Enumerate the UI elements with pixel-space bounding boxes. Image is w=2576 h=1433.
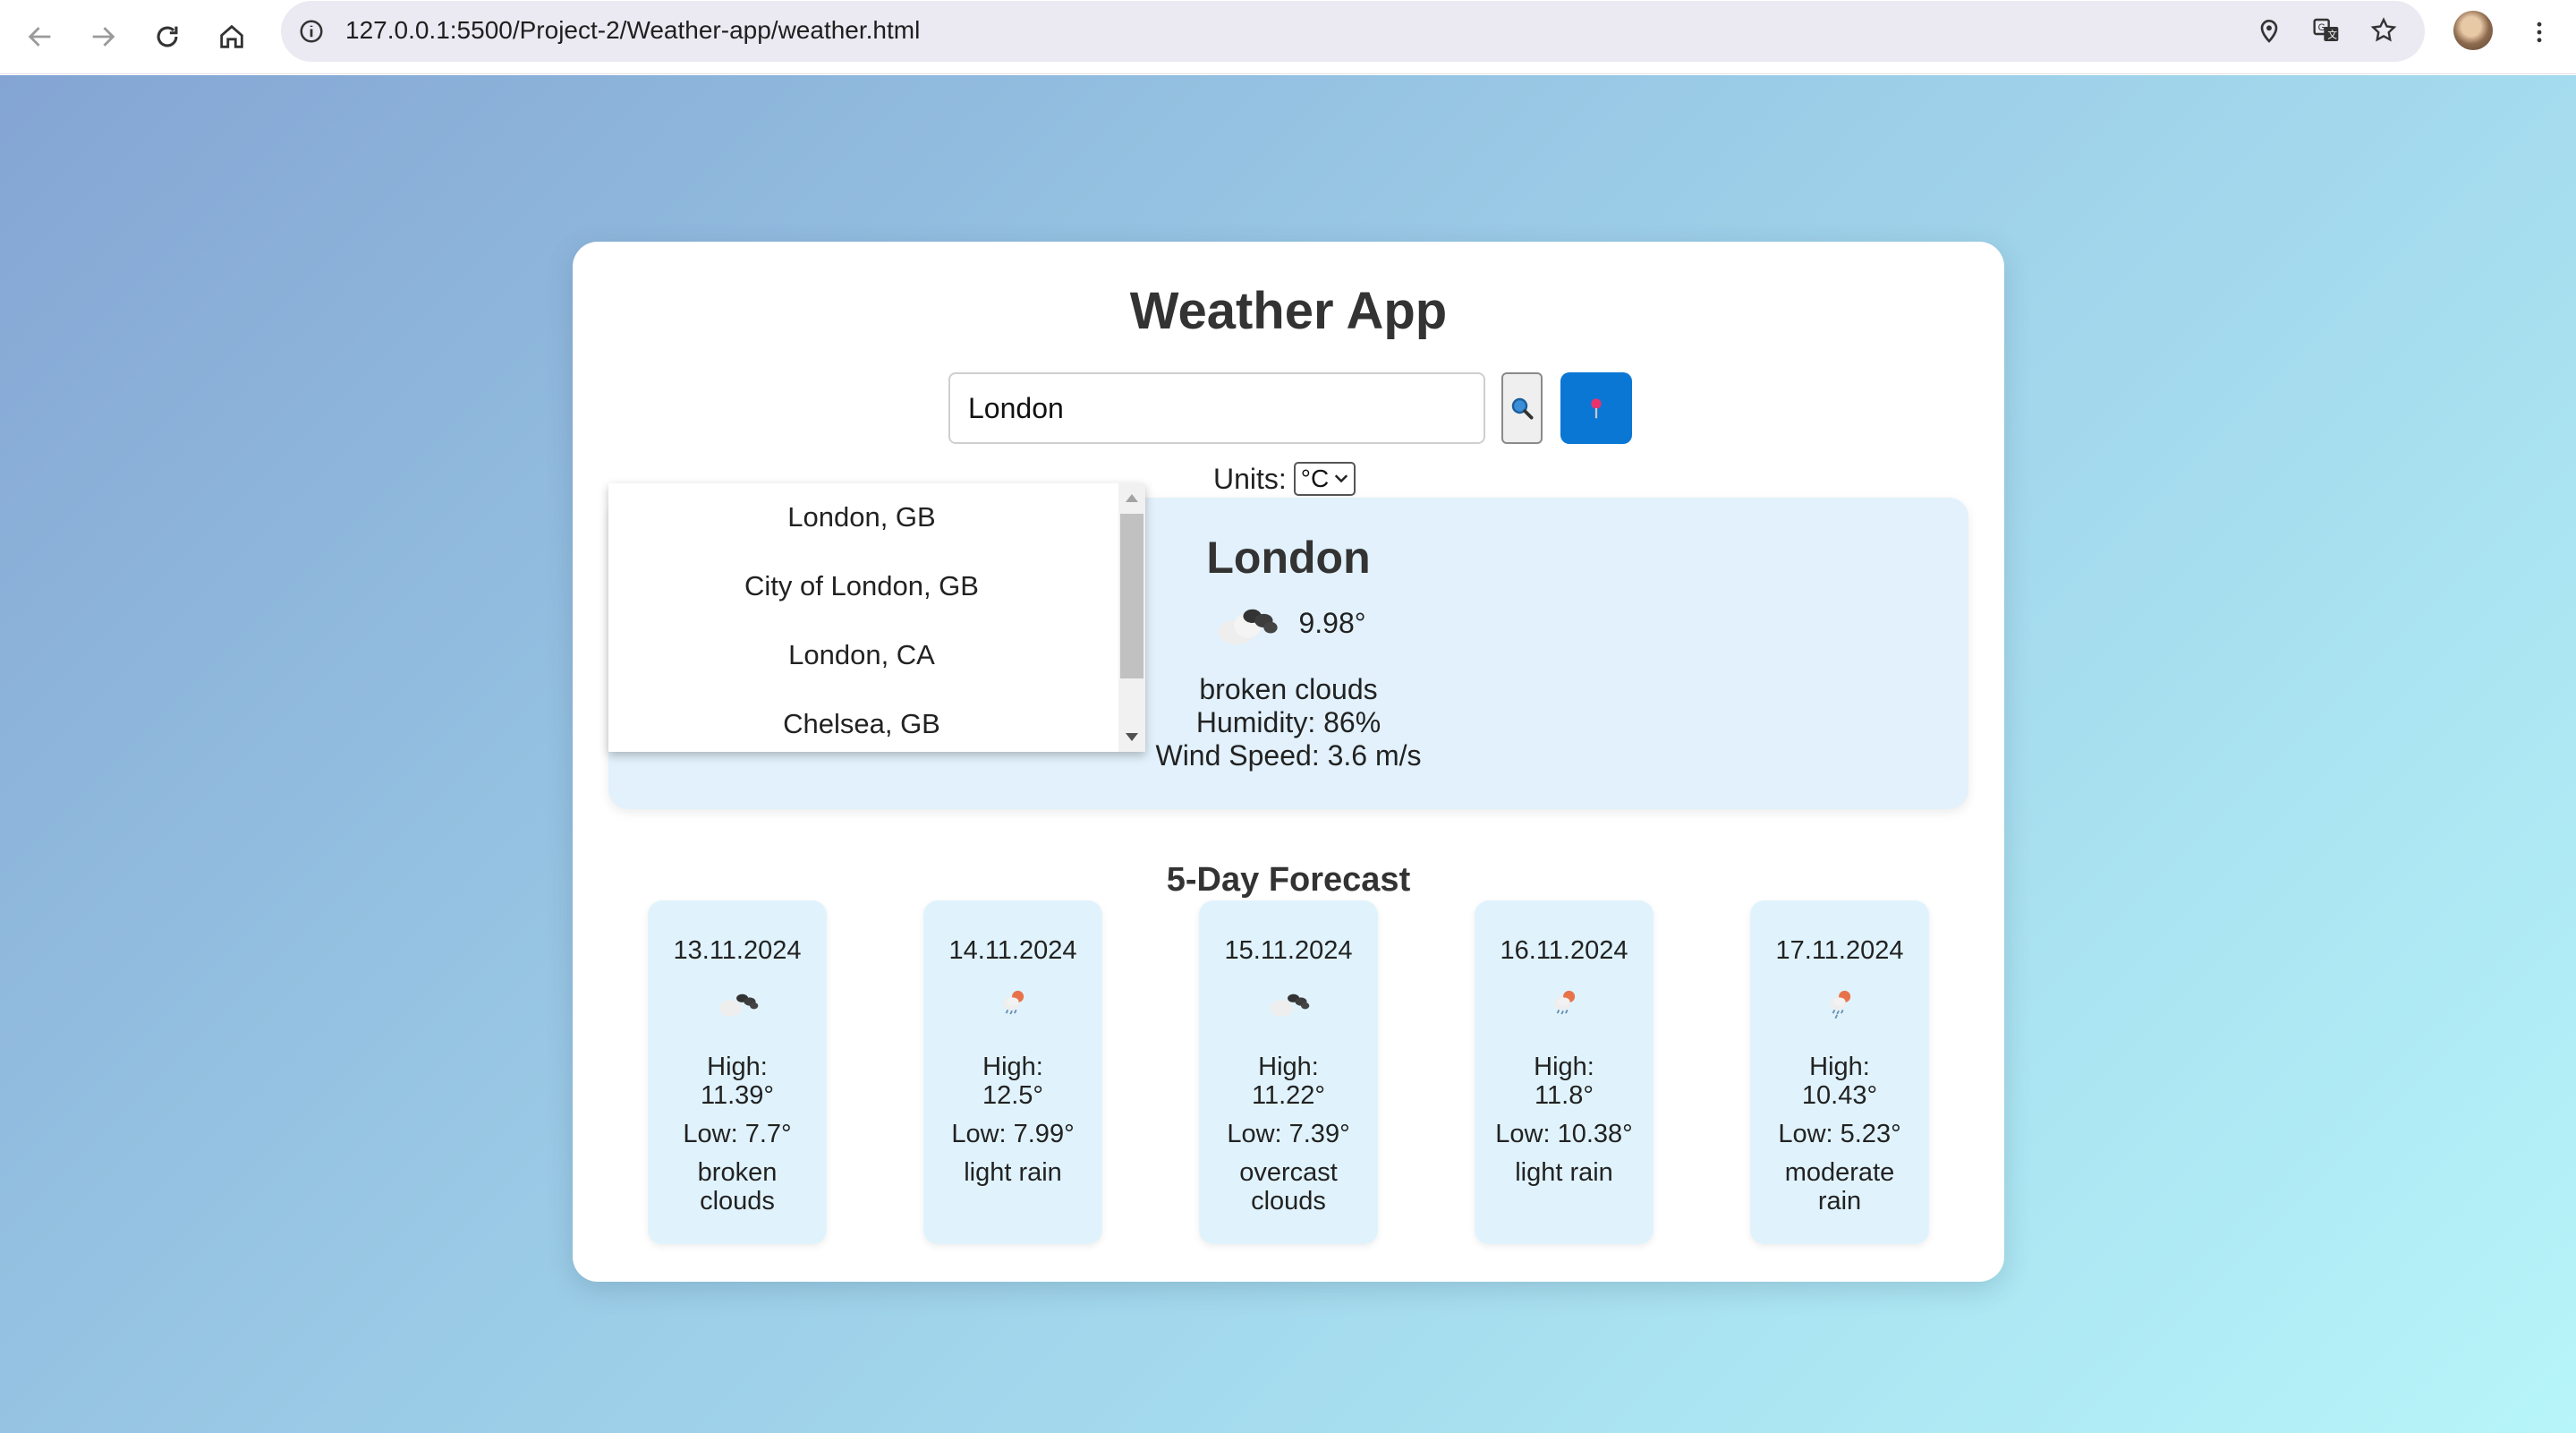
broken-clouds-icon [1218, 609, 1279, 645]
pushpin-icon [1591, 398, 1602, 419]
forecast-day-card: 14.11.2024 High: 12.5° Low: 7.99° light r… [923, 900, 1102, 1244]
forecast-low: Low: 7.7° [683, 1120, 792, 1148]
forecast-details: High: 11.39° Low: 7.7° broken clouds [660, 1053, 814, 1225]
scroll-up-arrow-icon[interactable] [1126, 494, 1138, 502]
translate-icon[interactable]: G文 [2305, 9, 2348, 52]
forecast-date: 14.11.2024 [948, 936, 1077, 965]
scroll-down-arrow-icon[interactable] [1126, 733, 1138, 741]
url-text: 127.0.0.1:5500/Project-2/Weather-app/wea… [345, 16, 921, 44]
forecast-details: High: 11.22° Low: 7.39° overcast clouds [1211, 1053, 1365, 1225]
home-icon [220, 24, 243, 48]
overcast-clouds-icon [1270, 994, 1310, 1017]
suggestion-item[interactable]: Chelsea, GB [608, 708, 1115, 740]
current-temp: 9.98° [1298, 606, 1366, 639]
forecast-description: broken clouds [697, 1158, 778, 1215]
forecast-low: Low: 10.38° [1495, 1120, 1633, 1148]
search-button[interactable] [1501, 372, 1543, 444]
forecast-high: 10.43° [1801, 1081, 1878, 1110]
city-search-input[interactable]: London [948, 372, 1485, 444]
forecast-date: 16.11.2024 [1500, 936, 1628, 965]
forecast-date: 13.11.2024 [673, 936, 802, 965]
profile-avatar[interactable] [2453, 11, 2493, 50]
suggestion-item[interactable]: London, CA [608, 639, 1115, 671]
forecast-high-label: High: [1534, 1053, 1594, 1081]
forecast-high-label: High: [707, 1053, 768, 1081]
forecast-date: 17.11.2024 [1775, 936, 1904, 965]
forecast-high: 11.8° [1535, 1081, 1594, 1110]
home-button[interactable] [206, 11, 258, 63]
forecast-low: Low: 7.99° [951, 1120, 1075, 1148]
svg-text:G: G [2318, 22, 2325, 33]
location-permission-icon[interactable] [2248, 9, 2291, 52]
moderate-rain-icon [1829, 990, 1851, 1019]
city-suggestions-dropdown[interactable]: London, GB City of London, GB London, CA… [608, 483, 1145, 752]
back-arrow-icon [28, 27, 51, 47]
magnifier-icon [1511, 397, 1534, 420]
forecast-details: High: 11.8° Low: 10.38° light rain [1487, 1053, 1641, 1197]
forecast-details: High: 12.5° Low: 7.99° light rain [936, 1053, 1090, 1197]
forecast-day-card: 15.11.2024 High: 11.22° Low: 7.39° overca… [1199, 900, 1378, 1244]
light-rain-icon [1553, 990, 1576, 1015]
forecast-description: light rain [964, 1158, 1062, 1187]
chevron-down-icon [1335, 474, 1348, 483]
scrollbar-thumb[interactable] [1120, 514, 1143, 678]
units-control: Units: °C [1213, 462, 1356, 496]
forecast-high-label: High: [1809, 1053, 1870, 1081]
forecast-high-label: High: [982, 1053, 1043, 1081]
svg-text:文: 文 [2327, 30, 2337, 41]
light-rain-icon [1002, 990, 1024, 1015]
site-info-icon[interactable] [293, 13, 329, 49]
browser-toolbar: 127.0.0.1:5500/Project-2/Weather-app/wea… [0, 0, 2576, 74]
forecast-high-label: High: [1258, 1053, 1319, 1081]
bookmark-star-icon[interactable] [2362, 9, 2405, 52]
browser-menu-icon[interactable] [2521, 13, 2557, 52]
forecast-description: light rain [1515, 1158, 1613, 1187]
forward-arrow-icon [92, 27, 115, 47]
units-select[interactable]: °C [1293, 462, 1356, 496]
forecast-description: overcast clouds [1239, 1158, 1338, 1215]
forecast-high: 11.39° [700, 1081, 774, 1110]
reload-button[interactable] [141, 11, 193, 63]
forecast-title: 5-Day Forecast [1166, 861, 1411, 899]
forecast-date: 15.11.2024 [1224, 936, 1353, 965]
reload-icon [157, 26, 178, 47]
suggestion-item[interactable]: City of London, GB [608, 570, 1115, 602]
forecast-low: Low: 5.23° [1778, 1120, 1901, 1148]
forecast-day-card: 13.11.2024 High: 11.39° Low: 7.7° broken … [648, 900, 827, 1244]
forecast-high: 11.22° [1251, 1081, 1325, 1110]
forecast-description: moderate rain [1784, 1158, 1895, 1215]
forecast-day-card: 16.11.2024 High: 11.8° Low: 10.38° light … [1475, 900, 1654, 1244]
suggestion-item[interactable]: London, GB [608, 501, 1115, 533]
forecast-high: 12.5° [982, 1081, 1044, 1110]
forecast-details: High: 10.43° Low: 5.23° moderate rain [1763, 1053, 1917, 1225]
broken-clouds-icon [718, 994, 759, 1017]
weather-app-card: Weather App London Units: °C London 9.98… [573, 242, 2004, 1282]
forecast-low: Low: 7.39° [1227, 1120, 1350, 1148]
units-selected-value: °C [1300, 465, 1330, 492]
current-location-button[interactable] [1560, 372, 1632, 444]
page-background: Weather App London Units: °C London 9.98… [0, 75, 2576, 1433]
units-label: Units: [1213, 462, 1287, 495]
app-title: Weather App [1129, 282, 1448, 340]
forward-button[interactable] [77, 11, 129, 63]
address-bar[interactable]: 127.0.0.1:5500/Project-2/Weather-app/wea… [281, 1, 2425, 62]
dropdown-scrollbar[interactable] [1118, 483, 1145, 752]
search-input-value: London [968, 391, 1064, 424]
back-button[interactable] [14, 11, 66, 63]
forecast-day-card: 17.11.2024 High: 10.43° Low: 5.23° modera… [1750, 900, 1929, 1244]
